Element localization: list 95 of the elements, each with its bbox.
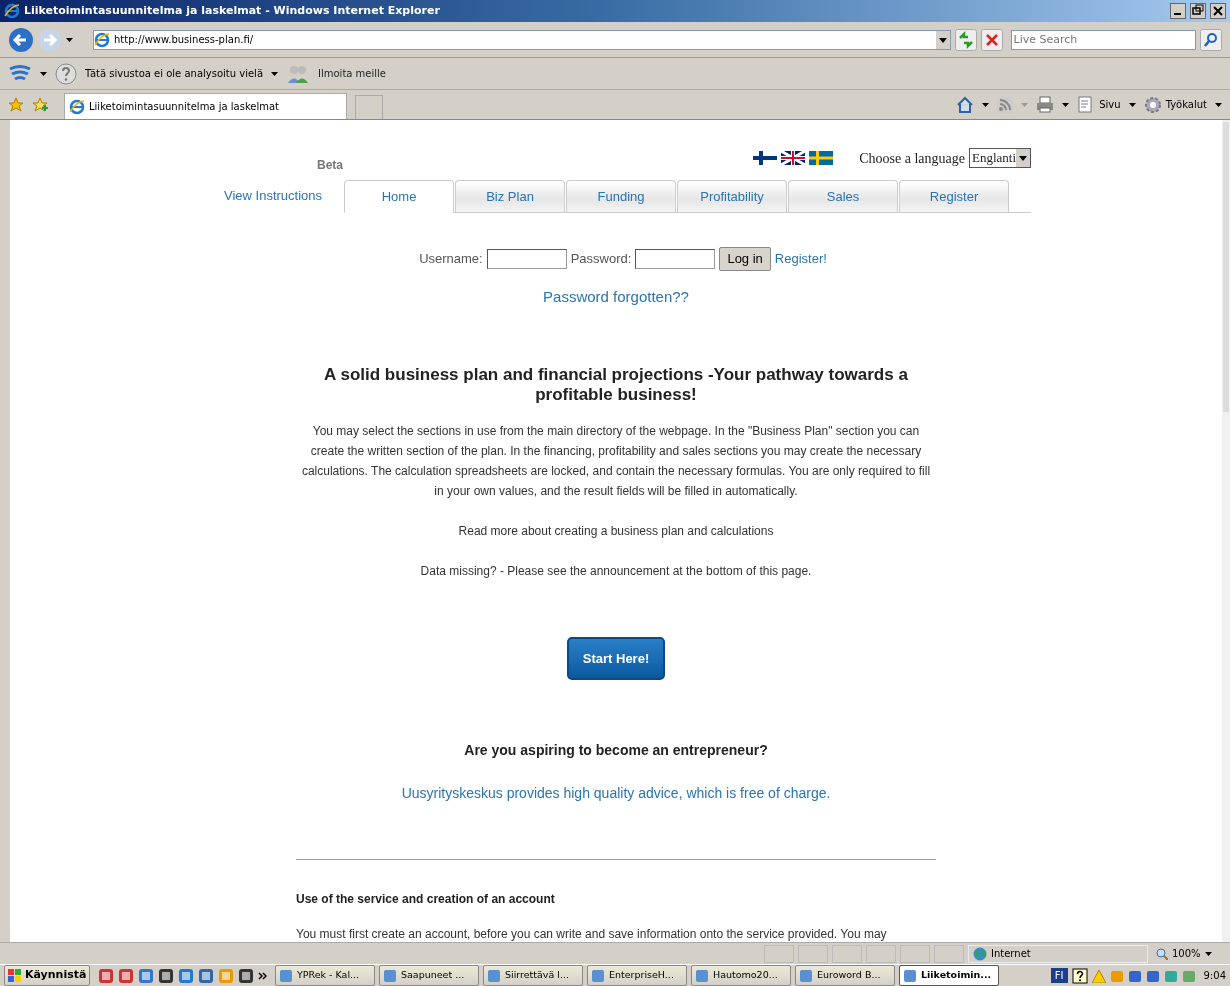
dropdown-icon [1016,149,1030,167]
status-panel [934,944,964,963]
language-label: Choose a language [859,149,965,168]
dropdown-icon[interactable] [1062,102,1070,107]
site-analysis-status: Tätä sivustoa ei ole analysoitu vielä [85,67,264,81]
beta-label: Beta [317,157,343,174]
search-icon[interactable] [1200,28,1222,51]
page-icon [69,98,85,115]
status-panel [900,944,930,963]
page-icon [94,31,110,48]
dropdown-icon [1204,951,1212,956]
more-icon[interactable] [258,971,267,980]
back-icon[interactable] [8,26,34,53]
dropdown-icon[interactable] [271,71,279,76]
nav-tab[interactable]: Sales [788,180,899,212]
status-panel [764,944,794,963]
section-text: You must first create an account, before you can write and save information onto the service provided. You may [296,926,888,942]
app-icon [279,968,293,983]
app-launcher-icon[interactable] [158,967,174,984]
nav-tab[interactable]: Biz Plan [455,180,566,212]
register-link[interactable]: Register! [774,249,827,269]
username-field[interactable] [486,248,567,269]
command-button[interactable]: Työkalut [1143,95,1207,114]
taskbar-button[interactable]: Hautomo20... [691,965,791,986]
help-icon[interactable] [1071,967,1088,984]
aspiring-heading: Are you aspiring to become an entrepreneur? [463,741,769,760]
nav-tab[interactable]: Profitability [677,180,788,212]
taskbar-button[interactable]: Saapuneet ... [379,965,479,986]
status-zone: Internet [968,944,1148,963]
username-label: Username: [419,250,483,268]
report-link[interactable]: Ilmoita meille [318,66,386,81]
minimize-icon[interactable] [1170,3,1186,19]
data-missing-text: Data missing? - Please see the announcement at the bottom of this page. [419,562,813,580]
instructions-link[interactable]: View Instructions [224,185,323,205]
taskbar-button[interactable]: Siirrettävä l... [483,965,583,986]
headline: A solid business plan and financial projections -Your pathway towards a profitable business! [323,364,909,405]
app-icon [487,968,501,983]
scrollbar-drawing[interactable] [1222,120,1230,942]
advice-link[interactable]: Uusyrityskeskus provides high quality advice, which is free of charge. [401,785,831,801]
nav-tab[interactable]: Register [899,180,1010,212]
dropdown-icon[interactable] [1128,102,1136,107]
app-icon [695,968,709,983]
login-button[interactable]: Log in [719,247,771,271]
section-title: Use of the service and creation of an account [296,891,556,908]
dropdown-icon[interactable] [982,102,990,107]
home-icon[interactable] [956,95,975,114]
gear-icon [1143,95,1162,114]
dropdown-icon[interactable] [40,71,47,76]
dropdown-icon[interactable] [935,30,950,49]
taskbar-button[interactable]: Liiketoimin... [899,965,999,986]
nav-tab[interactable]: Funding [566,180,677,212]
window-title: Liiketoimintasuunnitelma ja laskelmat - Windows Internet Explorer [24,2,441,19]
browser-logo-icon [4,3,20,19]
taskbar-button[interactable]: Euroword B... [795,965,895,986]
app-icon [591,968,605,983]
nav-tab[interactable]: Home [344,180,455,213]
password-field[interactable] [635,248,716,269]
password-label: Password: [570,250,632,268]
dropdown-icon[interactable] [66,37,73,42]
finland-flag-icon[interactable] [753,151,778,165]
command-button[interactable]: Sivu [1077,95,1121,114]
stop-icon[interactable] [980,28,1003,51]
taskbar-button[interactable]: YPRek - Kal... [275,965,375,986]
search-field[interactable]: Live Search [1010,29,1196,50]
taskbar-button[interactable]: EnterpriseH... [587,965,687,986]
zoom-icon [1156,947,1168,960]
status-panel [832,944,862,963]
app-icon [799,968,813,983]
dropdown-icon[interactable] [1215,102,1222,107]
language-indicator[interactable]: FI [1050,968,1068,983]
zoom-button[interactable]: 100% [1156,946,1226,961]
app-launcher-icon[interactable] [238,967,254,984]
sweden-flag-icon[interactable] [809,151,834,165]
uk-flag-icon[interactable] [781,151,806,165]
favorites-star-icon[interactable] [8,96,24,113]
globe-icon [973,946,987,961]
language-select[interactable]: Englanti [968,148,1031,168]
intro-paragraph: You may select the sections in use from the main directory of the webpage. In the "Business Plan" section you can create the written section of the plan. In the financing, profitability and sales sections you may create the necessary calculations. The calculation spreadsheets are locked, and contain the necessary formulas. You are only required to fill in your own values, and the result fields will be filled in automatically. [300,422,932,500]
browser-tab[interactable]: Liiketoimintasuunnitelma ja laskelmat [64,93,347,119]
password-forgotten-link[interactable]: Password forgotten?? [543,287,689,305]
windows-logo-icon [8,969,21,982]
address-field[interactable]: http://www.business-plan.fi/ [93,29,951,50]
start-button[interactable]: Start Here! [566,636,666,680]
start-button[interactable]: Käynnistä [4,965,90,986]
restore-icon[interactable] [1190,3,1206,19]
app-icon [383,968,397,983]
app-launcher-icon[interactable] [198,967,214,984]
read-more-text: Read more about creating a business plan and calculations [457,522,775,540]
clock: 9:04 [1203,969,1226,983]
status-panel [866,944,896,963]
close-icon[interactable] [1210,3,1226,19]
app-icon [903,968,917,983]
question-icon [55,62,77,85]
status-panel [798,944,828,963]
add-favorite-icon[interactable] [32,96,48,113]
